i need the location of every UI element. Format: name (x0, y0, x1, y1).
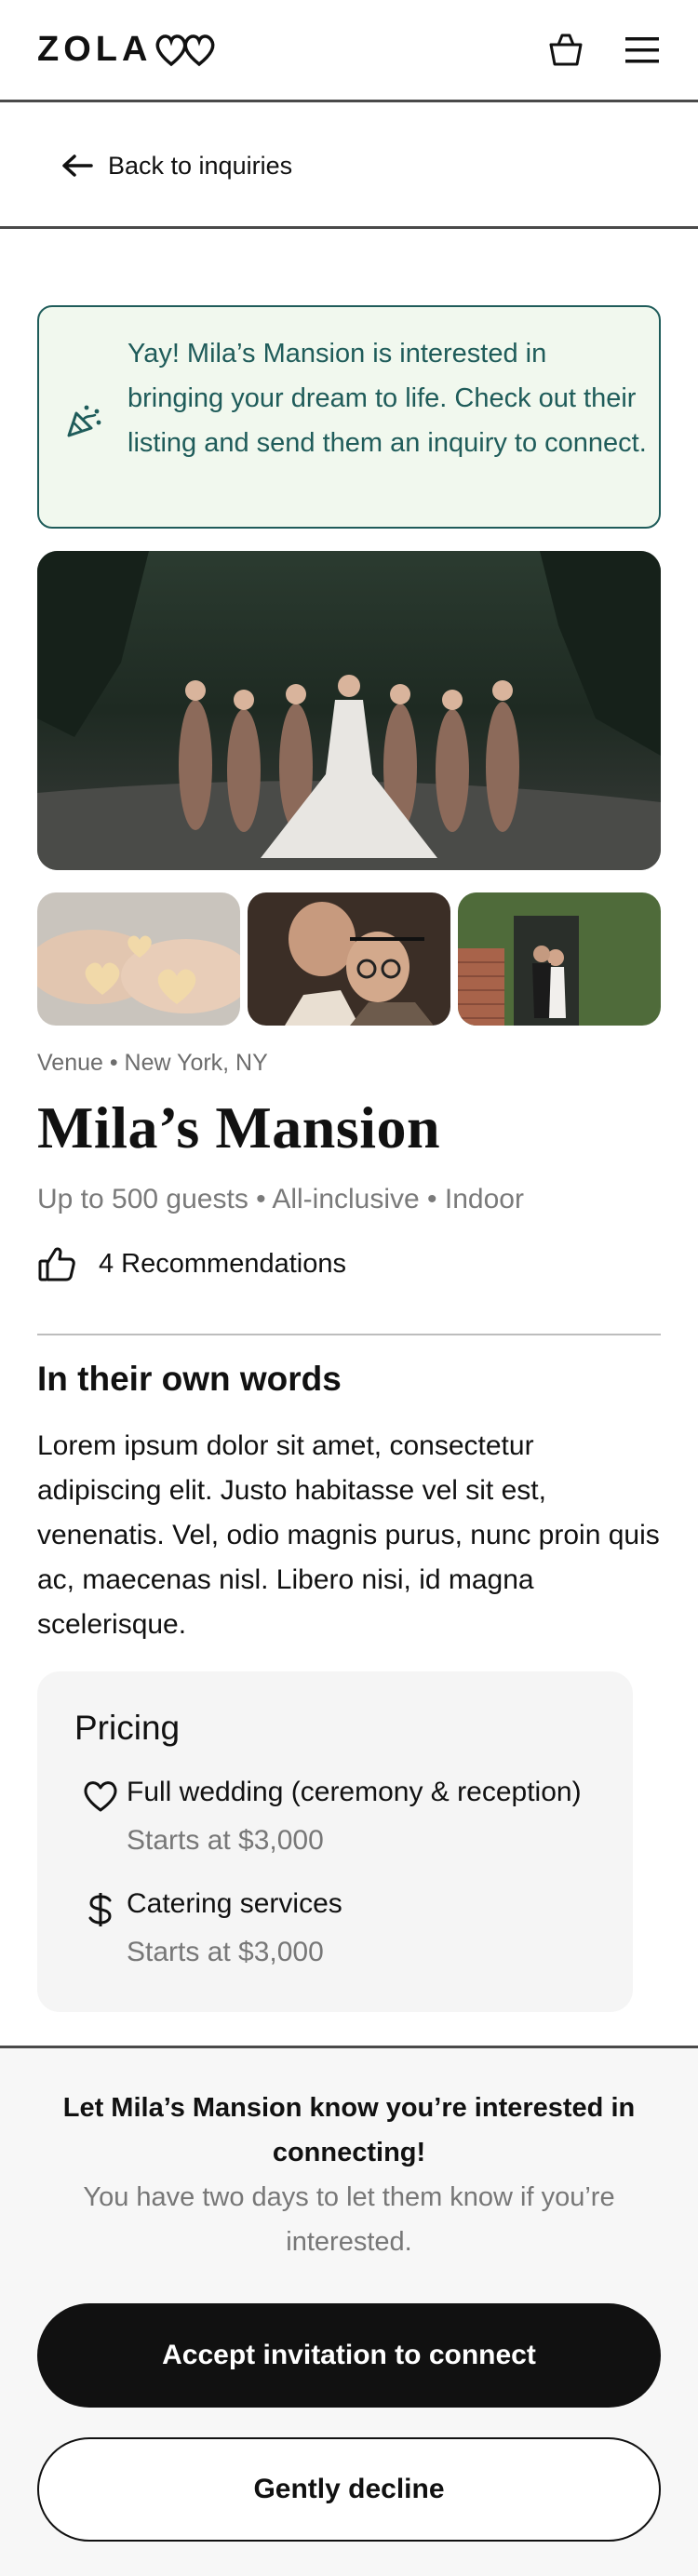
recommendations-label: 4 Recommendations (99, 1248, 346, 1279)
top-header: ZOLA (0, 0, 698, 102)
listing-meta: Venue • New York, NY (37, 1050, 268, 1076)
footer-subtitle: You have two days to let them know if yo… (83, 2182, 615, 2257)
about-heading: In their own words (37, 1360, 342, 1398)
price-item-name: Full wedding (ceremony & reception) (127, 1777, 582, 1807)
pricing-card: Pricing Full wedding (ceremony & recepti… (37, 1671, 633, 2012)
heart-icon (84, 1781, 117, 1812)
venue-specs: Up to 500 guests • All-inclusive • Indoo… (37, 1184, 524, 1214)
pricing-heading: Pricing (74, 1709, 181, 1747)
connect-footer: Let Mila’s Mansion know you’re intereste… (0, 2046, 698, 2576)
accept-invitation-button[interactable]: Accept invitation to connect (37, 2303, 661, 2408)
dollar-icon (88, 1893, 112, 1926)
about-text: Lorem ipsum dolor sit amet, consectetur … (37, 1430, 660, 1640)
price-item: Catering services Starts at $3,000 (74, 1887, 342, 1969)
thumbnail-2[interactable] (248, 892, 450, 1026)
recommendations[interactable]: 4 Recommendations (37, 1245, 346, 1282)
decline-button[interactable]: Gently decline (37, 2437, 661, 2542)
price-item-name: Catering services (127, 1888, 342, 1919)
logo-text: ZOLA (37, 30, 153, 69)
thumbnail-3[interactable] (458, 892, 661, 1026)
basket-icon[interactable] (547, 32, 584, 69)
back-to-inquiries-link[interactable]: Back to inquiries (0, 105, 698, 229)
section-divider (37, 1334, 661, 1335)
banner-message: Yay! Mila’s Mansion is interested in bri… (128, 339, 647, 458)
arrow-left-icon (62, 154, 93, 177)
hamburger-menu-icon[interactable] (624, 34, 661, 66)
hearts-logo-icon (155, 34, 215, 66)
interest-banner: Yay! Mila’s Mansion is interested in bri… (37, 305, 661, 529)
price-item: Full wedding (ceremony & reception) Star… (74, 1776, 582, 1858)
hero-photo[interactable] (37, 551, 661, 870)
price-item-price: Starts at $3,000 (127, 1937, 324, 1967)
thumbs-up-icon (38, 1247, 75, 1281)
price-item-price: Starts at $3,000 (127, 1825, 324, 1856)
back-label: Back to inquiries (108, 151, 293, 180)
thumbnail-1[interactable] (37, 892, 240, 1026)
venue-title: Mila’s Mansion (37, 1094, 441, 1161)
zola-logo[interactable]: ZOLA (37, 30, 222, 70)
party-popper-icon (67, 405, 101, 437)
footer-title: Let Mila’s Mansion know you’re intereste… (62, 2093, 636, 2167)
